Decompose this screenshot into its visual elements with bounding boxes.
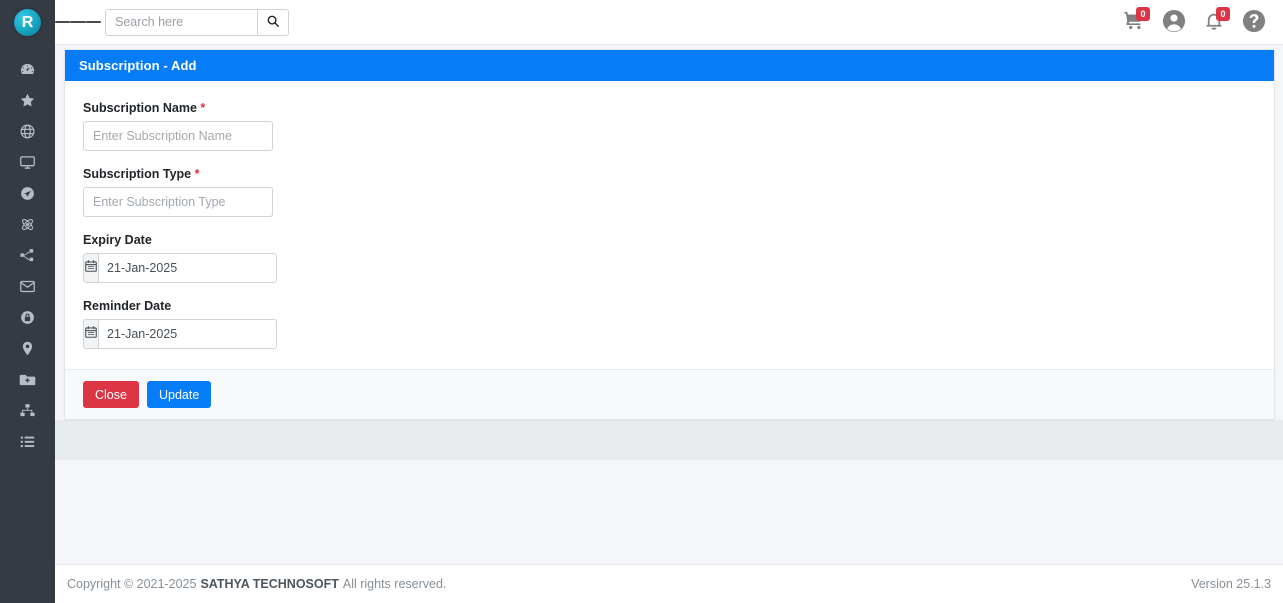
form-group-reminder-date: Reminder Date [83, 299, 1256, 349]
sidebar-item-add-folder[interactable] [0, 364, 55, 395]
map-marker-icon [19, 340, 36, 357]
label-text: Expiry Date [83, 233, 152, 247]
required-marker: * [200, 101, 206, 115]
content-area: Subscription - Add Subscription Name * S… [55, 45, 1283, 603]
sidebar-item-desktop[interactable] [0, 147, 55, 178]
hamburger-icon[interactable] [55, 0, 101, 45]
account-button[interactable] [1157, 5, 1191, 39]
subscription-name-input[interactable] [83, 121, 273, 151]
hamburger-bar [85, 21, 101, 23]
sidebar-nav [0, 45, 55, 457]
copyright-prefix: Copyright © 2021-2025 [67, 577, 197, 591]
label-text: Reminder Date [83, 299, 172, 313]
label-reminder-date: Reminder Date [83, 299, 1256, 313]
expiry-calendar-button[interactable] [83, 253, 98, 283]
hamburger-bar [55, 21, 71, 23]
sidebar-item-location[interactable] [0, 333, 55, 364]
label-subscription-type: Subscription Type * [83, 167, 1256, 181]
calendar-icon [84, 259, 98, 278]
notifications-button[interactable]: 0 [1197, 5, 1231, 39]
list-icon [19, 433, 36, 450]
subscription-type-input[interactable] [83, 187, 273, 217]
lock-icon [19, 309, 36, 326]
page-title: Subscription - Add [79, 58, 197, 73]
question-circle-icon [1241, 8, 1267, 37]
cart-button[interactable]: 0 [1117, 5, 1151, 39]
folder-plus-icon [19, 371, 36, 388]
card-body: Subscription Name * Subscription Type * … [65, 81, 1274, 369]
page-footer: Copyright © 2021-2025 SATHYA TECHNOSOFT … [55, 564, 1283, 603]
label-text: Subscription Type [83, 167, 192, 181]
search-group [105, 8, 289, 36]
search-icon [266, 14, 280, 31]
copyright-suffix: All rights reserved. [342, 577, 447, 591]
globe-icon [19, 123, 36, 140]
sidebar-item-mail[interactable] [0, 271, 55, 302]
label-subscription-name: Subscription Name * [83, 101, 1256, 115]
sidebar-item-global[interactable] [0, 116, 55, 147]
sidebar-item-security[interactable] [0, 302, 55, 333]
calendar-icon [84, 325, 98, 344]
sidebar-item-send[interactable] [0, 178, 55, 209]
sidebar-item-sitemap[interactable] [0, 395, 55, 426]
reminder-calendar-button[interactable] [83, 319, 98, 349]
sidebar: R [0, 0, 55, 603]
brand-logo: R [14, 9, 41, 36]
search-input[interactable] [105, 8, 257, 36]
desktop-icon [19, 154, 36, 171]
reminder-date-input[interactable] [98, 319, 277, 349]
sidebar-item-atom[interactable] [0, 209, 55, 240]
close-button[interactable]: Close [83, 381, 139, 408]
expiry-date-group [83, 253, 277, 283]
share-nodes-icon [19, 247, 36, 264]
paper-plane-icon [19, 185, 36, 202]
form-group-expiry-date: Expiry Date [83, 233, 1256, 283]
card-footer: Close Update [65, 369, 1274, 419]
topbar-actions: 0 0 [1117, 5, 1283, 39]
topbar: 0 0 [55, 0, 1283, 45]
search-button[interactable] [257, 8, 289, 36]
atom-icon [19, 216, 36, 233]
reminder-date-group [83, 319, 277, 349]
subscription-card: Subscription - Add Subscription Name * S… [64, 49, 1275, 420]
envelope-icon [19, 278, 36, 295]
sidebar-item-list[interactable] [0, 426, 55, 457]
sidebar-item-favorites[interactable] [0, 85, 55, 116]
cart-badge: 0 [1136, 7, 1150, 21]
hamburger-bar [70, 21, 86, 23]
version-label: Version 25.1.3 [1191, 577, 1271, 591]
form-group-subscription-name: Subscription Name * [83, 101, 1256, 151]
notifications-badge: 0 [1216, 7, 1230, 21]
copyright: Copyright © 2021-2025 SATHYA TECHNOSOFT … [67, 577, 446, 591]
sidebar-item-share[interactable] [0, 240, 55, 271]
brand-logo-container[interactable]: R [0, 0, 55, 45]
star-icon [19, 92, 36, 109]
sidebar-item-dashboard[interactable] [0, 54, 55, 85]
required-marker: * [194, 167, 200, 181]
card-header: Subscription - Add [65, 50, 1274, 81]
user-circle-icon [1161, 8, 1187, 37]
company-name: SATHYA TECHNOSOFT [200, 577, 339, 591]
help-button[interactable] [1237, 5, 1271, 39]
form-group-subscription-type: Subscription Type * [83, 167, 1256, 217]
label-expiry-date: Expiry Date [83, 233, 1256, 247]
update-button[interactable]: Update [146, 381, 212, 408]
dashboard-icon [19, 61, 36, 78]
app-root: R Search here 0 0 Subscription - Add Sub… [0, 0, 1283, 603]
label-text: Subscription Name [83, 101, 197, 115]
content-gray-band [55, 420, 1283, 460]
sitemap-icon [19, 402, 36, 419]
expiry-date-input[interactable] [98, 253, 277, 283]
